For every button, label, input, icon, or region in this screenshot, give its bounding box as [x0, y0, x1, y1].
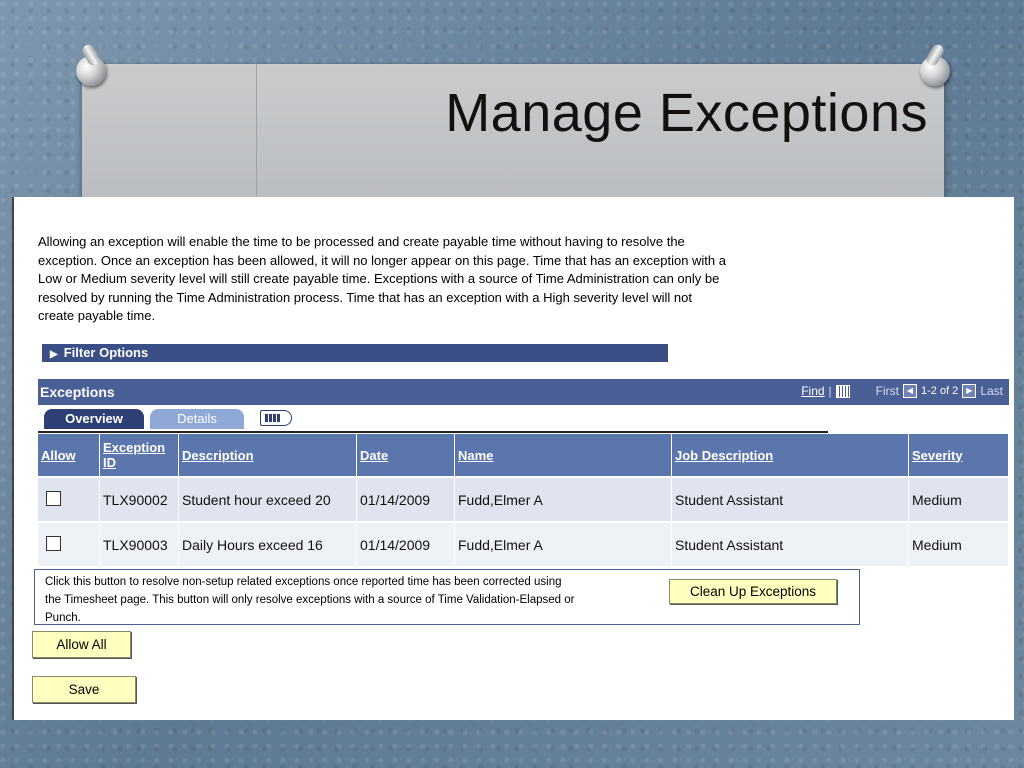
severity-cell: Medium	[908, 476, 1009, 522]
allow-cell	[38, 476, 100, 522]
allow-cell	[38, 521, 100, 566]
next-arrow-icon[interactable]: ▶	[962, 384, 977, 398]
name-cell: Fudd,Elmer A	[454, 521, 672, 566]
previous-arrow-icon[interactable]: ◀	[903, 384, 917, 398]
save-button[interactable]: Save	[32, 676, 136, 703]
job-description-cell: Student Assistant	[671, 521, 909, 566]
name-cell: Fudd,Elmer A	[454, 476, 672, 522]
allow-all-button[interactable]: Allow All	[32, 631, 131, 658]
table-row: TLX90002 Student hour exceed 20 01/14/20…	[38, 476, 1009, 522]
clean-up-exceptions-button[interactable]: Clean Up Exceptions	[669, 579, 837, 604]
grid-tabs: Overview Details	[38, 405, 828, 433]
date-cell: 01/14/2009	[356, 521, 455, 566]
description-cell: Student hour exceed 20	[178, 476, 357, 522]
tab-overview[interactable]: Overview	[44, 409, 144, 429]
column-header-job-description[interactable]: Job Description	[671, 434, 909, 477]
view-all-grid-icon[interactable]	[835, 384, 850, 398]
column-header-allow[interactable]: Allow	[38, 434, 100, 477]
filter-options-label: Filter Options	[63, 345, 149, 360]
show-all-columns-icon[interactable]	[260, 410, 292, 426]
table-row: TLX90003 Daily Hours exceed 16 01/14/200…	[38, 521, 1009, 566]
exceptions-grid-header: Exceptions Find | First ◀ 1-2 of 2 ▶ Las…	[38, 379, 1009, 405]
slide-title: Manage Exceptions	[445, 83, 928, 143]
nav-separator: |	[828, 384, 832, 398]
tab-details[interactable]: Details	[150, 409, 244, 429]
severity-cell: Medium	[908, 521, 1009, 566]
row-range: 1-2 of 2	[921, 385, 959, 397]
filter-options-toggle[interactable]: ▶ Filter Options	[42, 344, 668, 362]
column-header-exception-id[interactable]: Exception ID	[99, 434, 179, 477]
allow-checkbox[interactable]	[46, 535, 61, 551]
column-header-date[interactable]: Date	[356, 434, 455, 477]
first-label: First	[875, 384, 899, 398]
grid-navigation: Find | First ◀ 1-2 of 2 ▶ Last	[801, 384, 1003, 398]
expand-triangle-icon: ▶	[50, 349, 58, 360]
last-label: Last	[980, 384, 1003, 398]
column-header-name[interactable]: Name	[454, 434, 672, 477]
job-description-cell: Student Assistant	[671, 476, 909, 522]
peoplesoft-page: Allowing an exception will enable the ti…	[12, 197, 1014, 720]
panel-divider	[256, 64, 257, 204]
pushpin-icon	[76, 56, 106, 86]
exceptions-table: Allow Exception ID Description Date Name…	[38, 434, 1009, 566]
find-link[interactable]: Find	[801, 384, 824, 398]
cleanup-instructions: Click this button to resolve non-setup r…	[45, 576, 575, 624]
table-header-row: Allow Exception ID Description Date Name…	[38, 434, 1009, 477]
column-header-severity[interactable]: Severity	[908, 434, 1009, 477]
exception-id-cell: TLX90003	[99, 521, 179, 566]
description-cell: Daily Hours exceed 16	[178, 521, 357, 566]
intro-instructions: Allowing an exception will enable the ti…	[38, 234, 726, 323]
allow-checkbox[interactable]	[46, 490, 61, 506]
grid-title: Exceptions	[40, 384, 115, 400]
exception-id-cell: TLX90002	[99, 476, 179, 522]
cleanup-panel: Click this button to resolve non-setup r…	[34, 569, 860, 625]
column-header-description[interactable]: Description	[178, 434, 357, 477]
date-cell: 01/14/2009	[356, 476, 455, 522]
